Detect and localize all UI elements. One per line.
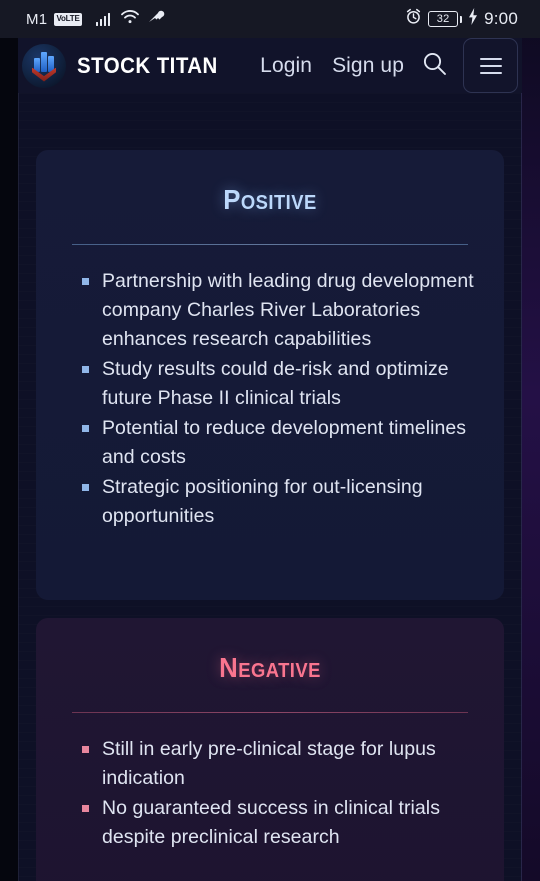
app-header: STOCK TITAN Login Sign up [18, 38, 522, 93]
wifi-icon [121, 9, 139, 29]
status-bar-left: M1 VoLTE [26, 9, 165, 29]
status-bar: M1 VoLTE 32 9:00 [0, 0, 540, 38]
list-item: Strategic positioning for out-licensing … [80, 473, 476, 531]
hamburger-menu-icon [479, 57, 502, 74]
list-item: Still in early pre-clinical stage for lu… [80, 735, 476, 793]
brand-home-link[interactable]: STOCK TITAN [22, 43, 228, 88]
status-bar-right: 32 9:00 [405, 8, 518, 30]
login-link[interactable]: Login [250, 54, 322, 78]
signup-link[interactable]: Sign up [322, 54, 414, 78]
list-item: No guaranteed success in clinical trials… [80, 794, 476, 852]
negative-card: Negative Still in early pre-clinical sta… [36, 618, 504, 881]
app-screen: M1 VoLTE 32 9:00 STOCK TITAN Login Sign … [0, 0, 540, 881]
page-content: Positive Partnership with leading drug d… [18, 93, 522, 881]
search-button[interactable] [414, 46, 454, 86]
negative-card-title: Negative [219, 652, 321, 683]
battery-level-label: 32 [428, 11, 459, 27]
list-item: Study results could de-risk and optimize… [80, 355, 476, 413]
list-item: Partnership with leading drug developmen… [80, 267, 476, 354]
signal-bars-icon [95, 12, 111, 26]
left-edge-strip [0, 0, 18, 881]
positive-card-title: Positive [223, 184, 317, 215]
negative-bullet-list: Still in early pre-clinical stage for lu… [80, 735, 476, 852]
vpn-key-icon [147, 10, 165, 29]
negative-card-divider [72, 712, 468, 713]
positive-card-divider [72, 244, 468, 245]
right-edge-seam [521, 0, 522, 881]
carrier-label: M1 [26, 10, 48, 28]
brand-name: STOCK TITAN [77, 52, 218, 78]
volte-badge: VoLTE [54, 12, 82, 26]
header-nav: Login Sign up [250, 38, 518, 93]
positive-bullet-list: Partnership with leading drug developmen… [80, 267, 476, 531]
charging-bolt-icon [468, 8, 478, 30]
list-item: Potential to reduce development timeline… [80, 414, 476, 472]
menu-button[interactable] [463, 38, 518, 93]
search-icon [421, 50, 448, 82]
clock-time: 9:00 [484, 9, 518, 28]
alarm-clock-icon [405, 8, 422, 30]
stock-titan-logo-icon [22, 43, 66, 88]
positive-card: Positive Partnership with leading drug d… [36, 150, 504, 600]
battery-cap [459, 15, 463, 23]
battery-indicator: 32 [428, 11, 463, 27]
left-edge-seam [18, 0, 19, 881]
right-edge-strip [522, 0, 540, 881]
